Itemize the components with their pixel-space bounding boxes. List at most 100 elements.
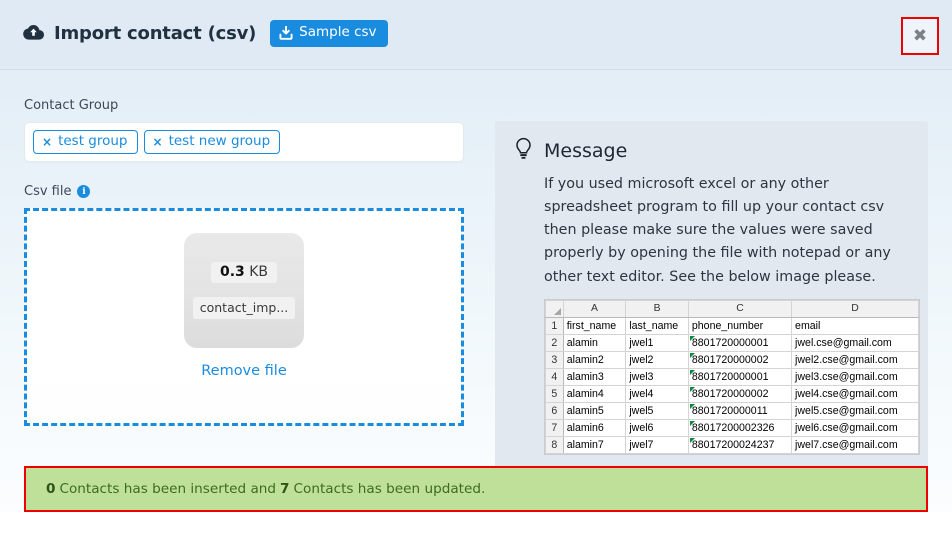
row-number: 8 bbox=[546, 436, 564, 453]
cell: 8801720000002 bbox=[688, 351, 791, 368]
remove-file-link[interactable]: Remove file bbox=[201, 363, 287, 379]
column-header: D bbox=[792, 300, 919, 317]
cell: alamin3 bbox=[563, 368, 626, 385]
file-size-unit: KB bbox=[249, 264, 268, 280]
inserted-text: Contacts has been inserted and bbox=[59, 481, 276, 497]
inserted-count: 0 bbox=[46, 481, 55, 497]
column-header: A bbox=[563, 300, 626, 317]
cell: alamin4 bbox=[563, 385, 626, 402]
page-title: Import contact (csv) bbox=[54, 23, 256, 44]
row-number: 1 bbox=[546, 317, 564, 334]
table-row: 4 alamin3 jwel3 8801720000001 jwel3.cse@… bbox=[546, 368, 919, 385]
modal-body: Import contact (csv) Sample csv ✖ bbox=[0, 0, 952, 512]
error-flag-icon bbox=[690, 353, 695, 358]
cell-text: 8801720000011 bbox=[692, 405, 768, 417]
table-row: 6 alamin5 jwel5 8801720000011 jwel5.cse@… bbox=[546, 402, 919, 419]
row-number: 4 bbox=[546, 368, 564, 385]
remove-tag-icon[interactable]: × bbox=[42, 136, 52, 148]
cell: alamin5 bbox=[563, 402, 626, 419]
cell: 8801720000002 bbox=[688, 385, 791, 402]
cell: alamin7 bbox=[563, 436, 626, 453]
error-flag-icon bbox=[690, 387, 695, 392]
cell: last_name bbox=[626, 317, 689, 334]
message-header: Message bbox=[513, 137, 910, 165]
message-panel: Message If you used microsoft excel or a… bbox=[495, 121, 928, 473]
cell: alamin2 bbox=[563, 351, 626, 368]
file-name: contact_imp... bbox=[193, 297, 296, 319]
csv-file-label-wrap: Csv file i bbox=[24, 184, 464, 199]
file-size-value: 0.3 bbox=[220, 264, 245, 280]
status-alert: 0 Contacts has been inserted and 7 Conta… bbox=[24, 466, 928, 512]
tag-chip[interactable]: × test group bbox=[33, 130, 138, 155]
message-title: Message bbox=[544, 140, 627, 162]
updated-count: 7 bbox=[280, 481, 289, 497]
spreadsheet-image: A B C D 1 first_name last_name phone_num… bbox=[544, 299, 920, 455]
spreadsheet-table: A B C D 1 first_name last_name phone_num… bbox=[545, 300, 919, 454]
cell-text: 8801720000002 bbox=[692, 354, 769, 366]
cell-text: 8801720000001 bbox=[692, 371, 769, 383]
cell: phone_number bbox=[688, 317, 791, 334]
import-form: Contact Group × test group × test new gr… bbox=[24, 98, 464, 426]
cell: 8801720000001 bbox=[688, 368, 791, 385]
sample-csv-button[interactable]: Sample csv bbox=[270, 20, 387, 47]
row-number: 5 bbox=[546, 385, 564, 402]
tag-chip[interactable]: × test new group bbox=[144, 130, 281, 155]
row-number: 3 bbox=[546, 351, 564, 368]
error-flag-icon bbox=[690, 336, 695, 341]
cell: jwel5 bbox=[626, 402, 689, 419]
spreadsheet-column-header-row: A B C D bbox=[546, 300, 919, 317]
cloud-upload-icon bbox=[22, 23, 44, 45]
cell: first_name bbox=[563, 317, 626, 334]
error-flag-icon bbox=[690, 404, 695, 409]
cell: alamin6 bbox=[563, 419, 626, 436]
uploaded-file-card: 0.3 KB contact_imp... bbox=[184, 233, 304, 348]
table-row: 1 first_name last_name phone_number emai… bbox=[546, 317, 919, 334]
cell: jwel2.cse@gmail.com bbox=[792, 351, 919, 368]
cell: jwel1 bbox=[626, 334, 689, 351]
contact-group-input[interactable]: × test group × test new group bbox=[24, 122, 464, 162]
cell: jwel7.cse@gmail.com bbox=[792, 436, 919, 453]
cell: jwel.cse@gmail.com bbox=[792, 334, 919, 351]
table-row: 8 alamin7 jwel7 88017200024237 jwel7.cse… bbox=[546, 436, 919, 453]
message-body: If you used microsoft excel or any other… bbox=[513, 173, 910, 289]
remove-tag-icon[interactable]: × bbox=[153, 136, 163, 148]
updated-text: Contacts has been updated. bbox=[294, 481, 486, 497]
row-number: 7 bbox=[546, 419, 564, 436]
cell: jwel4.cse@gmail.com bbox=[792, 385, 919, 402]
lightbulb-icon bbox=[513, 137, 534, 165]
cell: 8801720000011 bbox=[688, 402, 791, 419]
tag-label: test new group bbox=[169, 135, 271, 149]
cell: jwel3.cse@gmail.com bbox=[792, 368, 919, 385]
table-row: 5 alamin4 jwel4 8801720000002 jwel4.cse@… bbox=[546, 385, 919, 402]
info-icon[interactable]: i bbox=[77, 185, 90, 198]
cell: jwel6.cse@gmail.com bbox=[792, 419, 919, 436]
error-flag-icon bbox=[690, 421, 695, 426]
cell: jwel6 bbox=[626, 419, 689, 436]
cell-text: 8801720000001 bbox=[692, 337, 769, 349]
cell-text: 8801720000002 bbox=[692, 388, 769, 400]
cell: email bbox=[792, 317, 919, 334]
error-flag-icon bbox=[690, 370, 695, 375]
row-number: 6 bbox=[546, 402, 564, 419]
close-icon: ✖ bbox=[913, 28, 927, 45]
csv-file-label: Csv file bbox=[24, 184, 71, 199]
cell: jwel5.cse@gmail.com bbox=[792, 402, 919, 419]
cell-text: 88017200024237 bbox=[692, 439, 774, 451]
header-title-group: Import contact (csv) Sample csv bbox=[22, 20, 388, 47]
table-row: 2 alamin jwel1 8801720000001 jwel.cse@gm… bbox=[546, 334, 919, 351]
sample-csv-label: Sample csv bbox=[299, 26, 376, 40]
cell-text: 88017200002326 bbox=[692, 422, 774, 434]
error-flag-icon bbox=[690, 438, 695, 443]
tag-label: test group bbox=[58, 135, 127, 149]
cell: 88017200002326 bbox=[688, 419, 791, 436]
close-button[interactable]: ✖ bbox=[901, 17, 939, 55]
download-icon bbox=[279, 26, 293, 40]
column-header: B bbox=[626, 300, 689, 317]
cell: 88017200024237 bbox=[688, 436, 791, 453]
csv-dropzone[interactable]: 0.3 KB contact_imp... Remove file bbox=[24, 208, 464, 426]
file-size: 0.3 KB bbox=[211, 262, 277, 283]
table-row: 3 alamin2 jwel2 8801720000002 jwel2.cse@… bbox=[546, 351, 919, 368]
table-row: 7 alamin6 jwel6 88017200002326 jwel6.cse… bbox=[546, 419, 919, 436]
import-contact-modal: Import contact (csv) Sample csv ✖ bbox=[0, 0, 952, 550]
cell: jwel7 bbox=[626, 436, 689, 453]
